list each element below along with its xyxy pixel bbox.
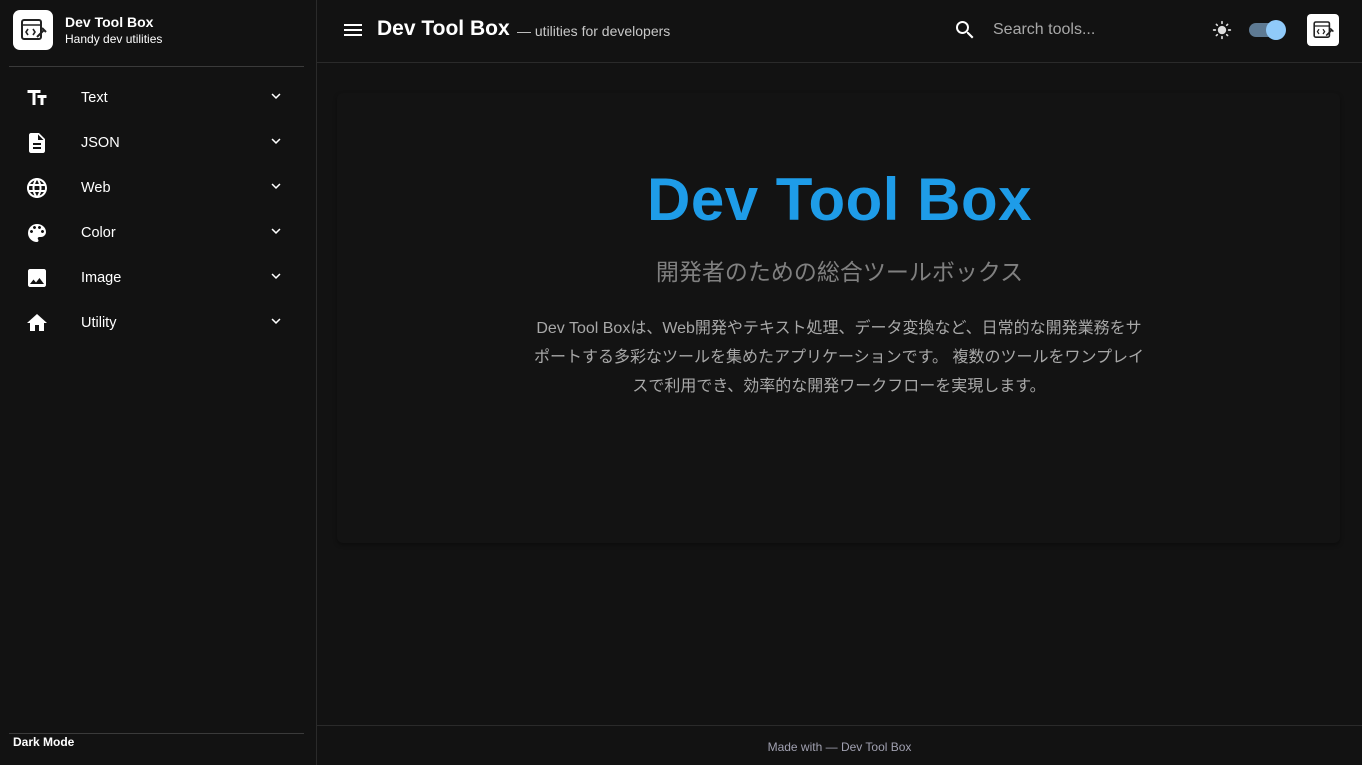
sidebar-item-utility[interactable]: Utility [9, 300, 304, 345]
image-icon [25, 266, 49, 290]
sidebar-item-label: Web [81, 179, 111, 196]
globe-icon [25, 176, 49, 200]
text-fields-icon [25, 86, 49, 110]
search-icon[interactable] [953, 18, 977, 42]
sidebar-item-label: Utility [81, 314, 117, 331]
app-footer: Made with — Dev Tool Box [317, 725, 1362, 765]
sidebar-item-label: Color [81, 224, 116, 241]
brand-title: Dev Tool Box [65, 14, 154, 30]
hero-title: Dev Tool Box [647, 166, 1032, 233]
sidebar-item-label: JSON [81, 134, 120, 151]
sidebar-item-web[interactable]: Web [9, 165, 304, 210]
chevron-down-icon [267, 132, 285, 150]
sidebar-divider [9, 66, 304, 67]
theme-toggle[interactable] [1248, 20, 1288, 40]
chevron-down-icon [267, 267, 285, 285]
app-root: Dev Tool Box Handy dev utilities Text JS… [0, 0, 1362, 765]
document-icon [25, 131, 49, 155]
chevron-down-icon [267, 177, 285, 195]
footer-text: Made with — Dev Tool Box [767, 740, 912, 754]
page-subtitle: — utilities for developers [517, 23, 671, 39]
menu-icon[interactable] [341, 18, 365, 42]
hero-description: Dev Tool Boxは、Web開発やテキスト処理、データ変換など、日常的な開… [533, 320, 1145, 395]
chevron-down-icon [267, 222, 285, 240]
sidebar-divider [9, 733, 304, 734]
sidebar: Dev Tool Box Handy dev utilities Text JS… [0, 0, 317, 765]
toolbox-code-icon[interactable] [1307, 14, 1339, 46]
sidebar-item-image[interactable]: Image [9, 255, 304, 300]
brand-subtitle: Handy dev utilities [65, 32, 163, 46]
app-header: Dev Tool Box — utilities for developers [317, 0, 1362, 63]
main-content: Dev Tool Box 開発者のための総合ツールボックス Dev Tool B… [317, 63, 1362, 725]
toolbox-code-icon [13, 10, 53, 50]
dark-mode-label: Dark Mode [13, 735, 75, 749]
sidebar-item-color[interactable]: Color [9, 210, 304, 255]
home-icon [25, 311, 49, 335]
sidebar-nav: Text JSON Web Color Image Utility [9, 75, 304, 345]
chevron-down-icon [267, 87, 285, 105]
sidebar-item-text[interactable]: Text [9, 75, 304, 120]
toggle-thumb [1266, 20, 1286, 40]
page-title: Dev Tool Box [377, 17, 510, 40]
sun-icon [1212, 20, 1232, 40]
brand[interactable]: Dev Tool Box Handy dev utilities [13, 10, 162, 50]
sidebar-item-label: Text [81, 89, 108, 106]
palette-icon [25, 221, 49, 245]
sidebar-item-json[interactable]: JSON [9, 120, 304, 165]
hero-subtitle: 開発者のための総合ツールボックス [655, 259, 1024, 285]
search-input[interactable] [993, 16, 1173, 44]
chevron-down-icon [267, 312, 285, 330]
sidebar-item-label: Image [81, 269, 122, 286]
